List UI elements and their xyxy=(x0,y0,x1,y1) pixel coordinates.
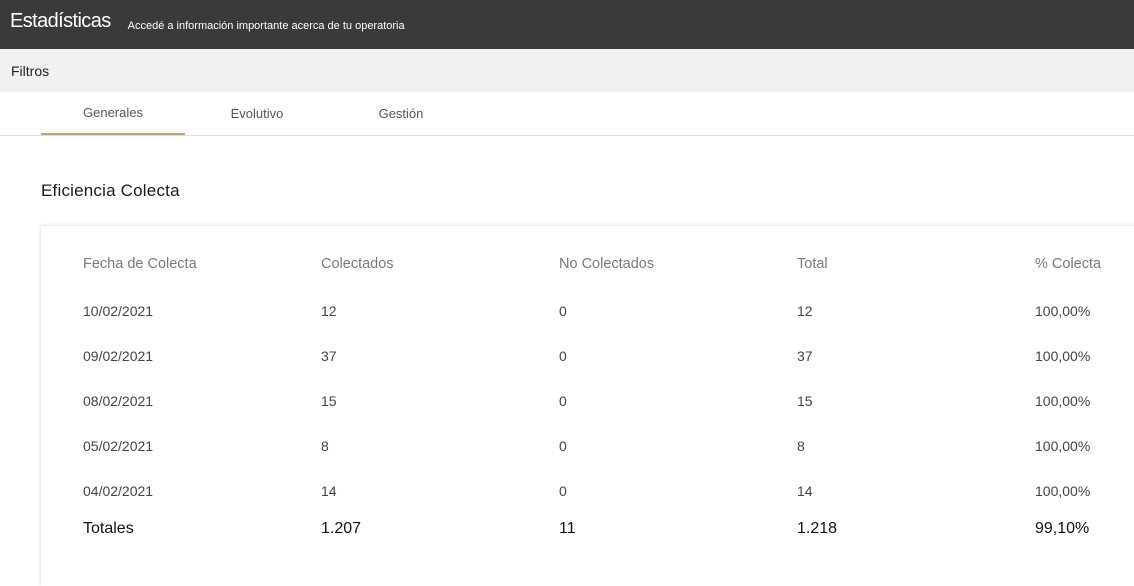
cell-no-colectados: 0 xyxy=(559,393,567,409)
cell-no-colectados: 0 xyxy=(559,483,567,499)
column-header-total: Total xyxy=(797,256,828,272)
table-row: 05/02/2021 8 0 8 100,00% xyxy=(41,438,1134,462)
cell-porcentaje: 100,00% xyxy=(1035,483,1091,499)
cell-total: 15 xyxy=(797,393,813,409)
cell-porcentaje: 100,00% xyxy=(1035,348,1091,364)
stats-table-card: Fecha de Colecta Colectados No Colectado… xyxy=(41,226,1134,586)
cell-colectados: 37 xyxy=(321,348,337,364)
table-row: 10/02/2021 12 0 12 100,00% xyxy=(41,303,1134,327)
table-row: 04/02/2021 14 0 14 100,00% xyxy=(41,483,1134,507)
tab-gestion[interactable]: Gestión xyxy=(329,92,473,135)
filters-toggle[interactable]: Filtros xyxy=(11,63,49,79)
totals-total: 1.218 xyxy=(797,520,838,537)
cell-fecha: 04/02/2021 xyxy=(83,483,154,499)
tab-bar: Generales Evolutivo Gestión xyxy=(0,92,1134,136)
table-header-row: Fecha de Colecta Colectados No Colectado… xyxy=(41,256,1134,280)
cell-fecha: 08/02/2021 xyxy=(83,393,154,409)
column-header-fecha: Fecha de Colecta xyxy=(83,256,197,272)
cell-porcentaje: 100,00% xyxy=(1035,303,1091,319)
tab-generales[interactable]: Generales xyxy=(41,92,185,135)
cell-porcentaje: 100,00% xyxy=(1035,438,1091,454)
cell-porcentaje: 100,00% xyxy=(1035,393,1091,409)
app-header: Estadísticas Accedé a información import… xyxy=(0,0,1134,49)
table-row: 08/02/2021 15 0 15 100,00% xyxy=(41,393,1134,417)
table-row: 09/02/2021 37 0 37 100,00% xyxy=(41,348,1134,372)
cell-colectados: 12 xyxy=(321,303,337,319)
column-header-porcentaje: % Colecta xyxy=(1035,256,1102,272)
page-title: Estadísticas xyxy=(10,10,111,32)
cell-colectados: 8 xyxy=(321,438,329,454)
column-header-colectados: Colectados xyxy=(321,256,394,272)
totals-porcentaje: 99,10% xyxy=(1035,520,1090,537)
totals-label: Totales xyxy=(83,520,134,537)
tab-evolutivo[interactable]: Evolutivo xyxy=(185,92,329,135)
cell-total: 37 xyxy=(797,348,813,364)
cell-total: 8 xyxy=(797,438,805,454)
cell-total: 12 xyxy=(797,303,813,319)
filters-bar[interactable]: Filtros xyxy=(0,49,1134,92)
cell-fecha: 10/02/2021 xyxy=(83,303,154,319)
page-subtitle: Accedé a información importante acerca d… xyxy=(127,19,405,32)
cell-colectados: 14 xyxy=(321,483,337,499)
totals-no-colectados: 11 xyxy=(559,520,576,537)
cell-no-colectados: 0 xyxy=(559,438,567,454)
cell-fecha: 09/02/2021 xyxy=(83,348,154,364)
section-title: Eficiencia Colecta xyxy=(41,181,180,200)
cell-colectados: 15 xyxy=(321,393,337,409)
cell-no-colectados: 0 xyxy=(559,348,567,364)
cell-fecha: 05/02/2021 xyxy=(83,438,154,454)
column-header-no-colectados: No Colectados xyxy=(559,256,655,272)
totals-colectados: 1.207 xyxy=(321,520,362,537)
table-totals-row: Totales 1.207 11 1.218 99,10% xyxy=(41,520,1134,544)
cell-no-colectados: 0 xyxy=(559,303,567,319)
cell-total: 14 xyxy=(797,483,813,499)
